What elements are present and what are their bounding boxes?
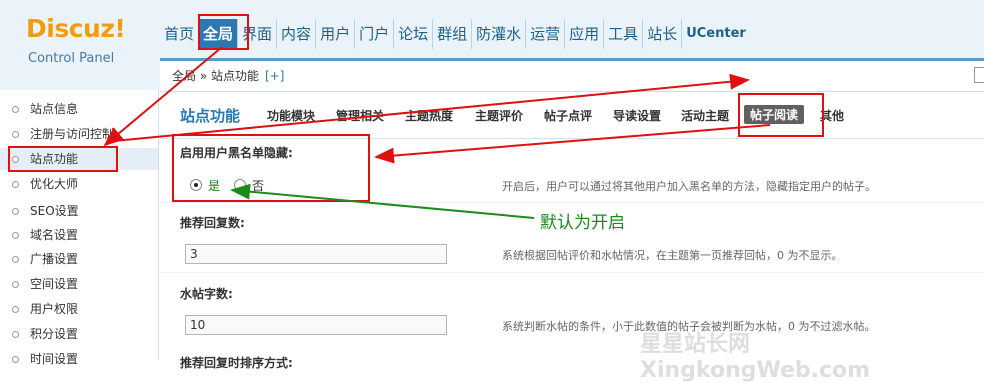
annotation-note: 默认为开启: [540, 213, 625, 233]
arrow-sidebar-to-tab: [113, 73, 750, 142]
annotation-arrows: [103, 46, 771, 219]
arrow-nav-to-sidebar: [103, 46, 223, 147]
watermark: 星星站长网 XingkongWeb.com: [640, 332, 871, 383]
arrow-tab-to-setting: [374, 124, 771, 164]
arrow-note-to-radio: [230, 183, 535, 219]
